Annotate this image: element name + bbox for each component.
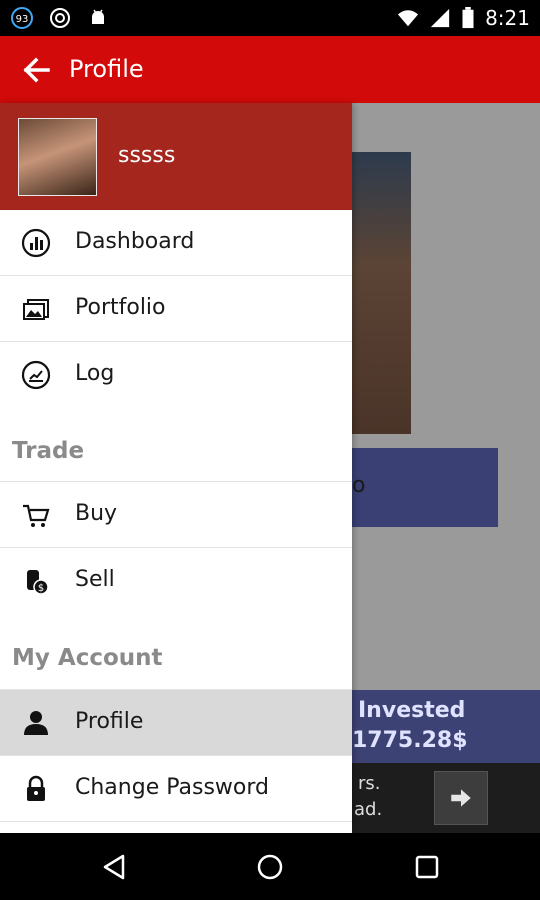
ad-banner[interactable]: rs. ad. <box>352 763 540 833</box>
ad-text-line1: rs. <box>358 773 381 794</box>
nav-recents-icon[interactable] <box>411 851 443 883</box>
ad-text-line2: ad. <box>354 799 383 820</box>
nav-home-icon[interactable] <box>254 851 286 883</box>
arrow-right-icon <box>451 789 471 807</box>
person-icon <box>20 707 52 739</box>
avatar[interactable] <box>18 118 97 196</box>
drawer-item-label: Dashboard <box>75 229 195 254</box>
username: sssss <box>118 143 176 168</box>
profile-photo-large <box>352 152 411 434</box>
drawer-item-change-password[interactable]: Change Password <box>0 756 352 822</box>
log-icon <box>20 359 52 391</box>
sync-icon <box>48 6 72 30</box>
drawer-item-sell[interactable]: $ Sell <box>0 548 352 614</box>
portfolio-icon <box>20 293 52 325</box>
svg-text:$: $ <box>38 583 44 594</box>
section-header-trade: Trade <box>12 438 85 464</box>
drawer-item-label: Sell <box>75 567 115 592</box>
invested-label: Invested <box>358 698 466 723</box>
status-bar: 93 8:21 <box>0 0 540 36</box>
page-title: Profile <box>69 55 144 83</box>
notification-icons: 93 <box>10 6 110 30</box>
drawer-header: sssss <box>0 103 352 210</box>
drawer-item-label: Profile <box>75 709 144 734</box>
invested-value: 1775.28$ <box>352 728 468 753</box>
signal-icon <box>430 8 450 28</box>
drawer-item-label: Log <box>75 361 115 386</box>
android-icon <box>86 6 110 30</box>
nav-back-icon[interactable] <box>99 851 131 883</box>
drawer-item-label: Buy <box>75 501 118 526</box>
drawer-item-log[interactable]: Log <box>0 342 352 408</box>
status-right: 8:21 <box>397 6 530 30</box>
drawer-item-dashboard[interactable]: Dashboard <box>0 210 352 276</box>
drawer-item-label: Change Password <box>75 775 269 800</box>
back-arrow-icon[interactable] <box>20 54 52 86</box>
profile-banner: o <box>352 448 498 527</box>
banner-text: o <box>352 473 366 498</box>
drawer-item-label: Portfolio <box>75 295 166 320</box>
system-nav-bar <box>0 833 540 900</box>
dashboard-icon <box>20 227 52 259</box>
status-time: 8:21 <box>485 6 530 30</box>
invested-summary: Invested 1775.28$ <box>352 690 540 763</box>
notification-badge-icon: 93 <box>10 6 34 30</box>
app-bar: Profile <box>0 36 540 103</box>
navigation-drawer: sssss Dashboard Portfolio Log Trade Buy … <box>0 103 352 833</box>
drawer-item-profile[interactable]: Profile <box>0 690 352 756</box>
lock-icon <box>20 773 52 805</box>
drawer-item-portfolio[interactable]: Portfolio <box>0 276 352 342</box>
section-header-my-account: My Account <box>12 645 163 671</box>
battery-icon <box>462 7 474 29</box>
wifi-icon <box>397 10 419 27</box>
drawer-item-buy[interactable]: Buy <box>0 482 352 548</box>
cart-icon <box>20 499 52 531</box>
coins-icon: $ <box>20 565 52 597</box>
notification-badge-text: 93 <box>16 14 29 25</box>
ad-arrow-button[interactable] <box>434 771 488 825</box>
